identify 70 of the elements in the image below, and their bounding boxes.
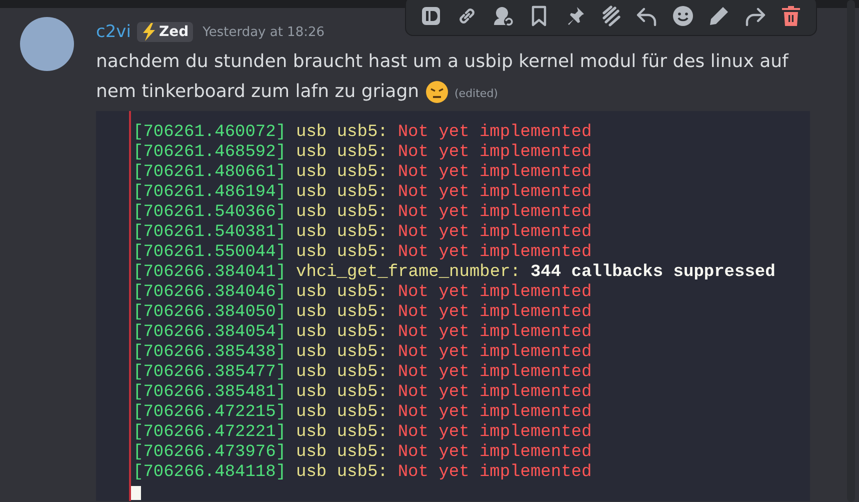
log-message: Not yet implemented [398, 203, 592, 223]
log-message: Not yet implemented [398, 343, 592, 363]
log-source: usb usb5: [296, 143, 388, 163]
log-message: Not yet implemented [398, 243, 592, 263]
log-message: Not yet implemented [398, 443, 592, 463]
log-timestamp: [706266.384050] [133, 303, 286, 323]
id-icon [419, 4, 443, 28]
log-message: Not yet implemented [398, 383, 592, 403]
log-timestamp: [706266.384041] [133, 263, 286, 283]
log-source: vhci_get_frame_number: [296, 263, 520, 283]
log-source: usb usb5: [296, 223, 388, 243]
log-source: usb usb5: [296, 363, 388, 383]
pencil-icon [707, 4, 731, 28]
log-timestamp: [706261.480661] [133, 163, 286, 183]
message-timestamp: Yesterday at 18:26 [202, 24, 325, 40]
log-source: usb usb5: [296, 283, 388, 303]
message-text: nachdem du stunden braucht hast um a usbip kernel modul für des linux auf nem tinkerboard zum lafn zu griagn (edited) [96, 47, 812, 109]
log-source: usb usb5: [296, 203, 388, 223]
log-timestamp: [706266.385438] [133, 343, 286, 363]
log-message: Not yet implemented [398, 123, 592, 143]
log-timestamp: [706266.472221] [133, 423, 286, 443]
angry-face-icon [424, 80, 449, 104]
log-source: usb usb5: [296, 343, 388, 363]
terminal-cursor [131, 486, 141, 500]
server-tag[interactable]: Zed [136, 22, 193, 42]
log-message: Not yet implemented [398, 183, 592, 203]
log-source: usb usb5: [296, 323, 388, 343]
log-timestamp: [706261.540381] [133, 223, 286, 243]
log-message: Not yet implemented [398, 283, 592, 303]
log-message: Not yet implemented [398, 143, 592, 163]
smiley-icon [671, 4, 695, 28]
log-source: usb usb5: [296, 423, 388, 443]
edited-label: (edited) [454, 87, 498, 100]
log-message: Not yet implemented [398, 403, 592, 423]
log-message: Not yet implemented [398, 363, 592, 383]
log-timestamp: [706266.384046] [133, 283, 286, 303]
log-message: Not yet implemented [398, 323, 592, 343]
log-source: usb usb5: [296, 383, 388, 403]
log-source: usb usb5: [296, 303, 388, 323]
log-message: Not yet implemented [398, 163, 592, 183]
log-message: Not yet implemented [398, 463, 592, 483]
log-timestamp: [706266.384054] [133, 323, 286, 343]
log-message: Not yet implemented [398, 423, 592, 443]
log-message: 344 callbacks suppressed [530, 263, 776, 283]
log-source: usb usb5: [296, 463, 388, 483]
log-timestamp: [706266.484118] [133, 463, 286, 483]
lightning-icon [140, 23, 157, 41]
log-timestamp: [706261.540366] [133, 203, 286, 223]
log-source: usb usb5: [296, 163, 388, 183]
log-timestamp: [706266.473976] [133, 443, 286, 463]
log-source: usb usb5: [296, 123, 388, 143]
log-timestamp: [706266.385481] [133, 383, 286, 403]
log-timestamp: [706266.472215] [133, 403, 286, 423]
log-message: Not yet implemented [398, 303, 592, 323]
log-timestamp: [706261.486194] [133, 183, 286, 203]
log-timestamp: [706261.468592] [133, 143, 286, 163]
log-source: usb usb5: [296, 183, 388, 203]
log-timestamp: [706261.550044] [133, 243, 286, 263]
log-timestamp: [706261.460072] [133, 123, 286, 143]
log-source: usb usb5: [296, 403, 388, 423]
delete-icon [779, 4, 803, 28]
username[interactable]: c2vi [96, 22, 131, 42]
log-source: usb usb5: [296, 243, 388, 263]
avatar[interactable] [20, 17, 74, 71]
tag-label: Zed [158, 24, 189, 40]
log-timestamp: [706266.385477] [133, 363, 286, 383]
scrollbar[interactable] [847, 0, 855, 502]
log-message: Not yet implemented [398, 223, 592, 243]
log-source: usb usb5: [296, 443, 388, 463]
person-clock-icon [491, 4, 515, 28]
